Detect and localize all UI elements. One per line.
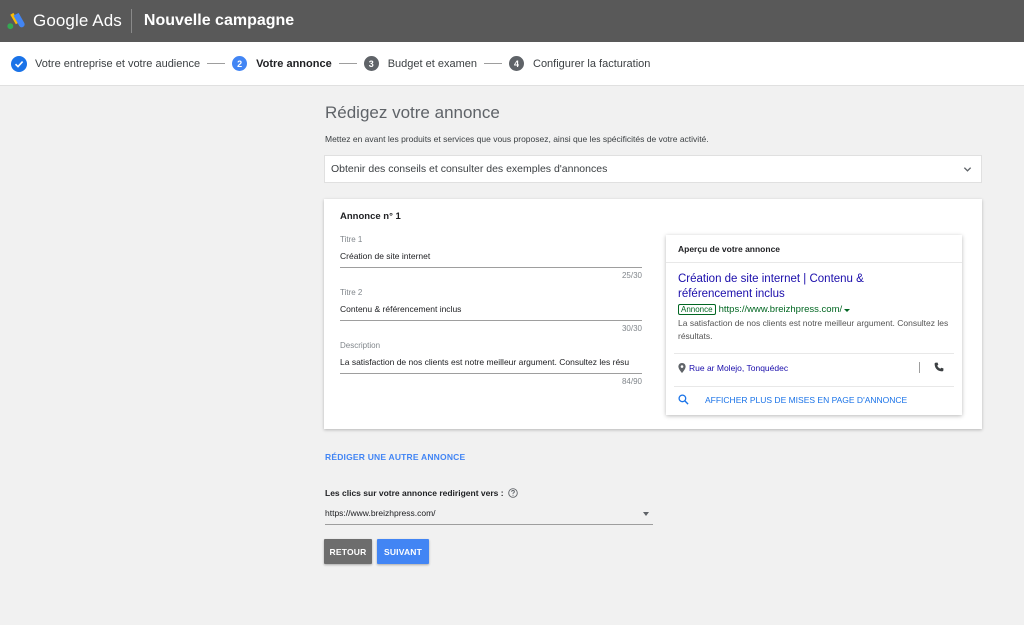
field-underline [340, 267, 642, 268]
step-billing[interactable]: 4 Configurer la facturation [509, 56, 650, 71]
redirect-label: Les clics sur votre annonce redirigent v… [325, 488, 518, 498]
ad-badge: Annonce [678, 304, 716, 315]
tips-expander[interactable]: Obtenir des conseils et consulter des ex… [324, 155, 982, 183]
brand-separator [130, 9, 132, 33]
redirect-label-text: Les clics sur votre annonce redirigent v… [325, 488, 504, 498]
preview-url: https://www.breizhpress.com/ [718, 304, 843, 315]
step-label: Votre annonce [256, 57, 332, 70]
preview-location[interactable]: Rue ar Molejo, Tonquédec [678, 363, 788, 373]
field-value[interactable]: Création de site internet [340, 251, 642, 261]
preview-url-row: Annonce https://www.breizhpress.com/ [678, 304, 950, 315]
step-business-audience[interactable]: Votre entreprise et votre audience [11, 55, 201, 72]
preview-headline[interactable]: Création de site internet | Contenu & ré… [678, 272, 950, 302]
step-label: Configurer la facturation [533, 57, 651, 70]
char-count: 25/30 [621, 271, 642, 280]
step-number: 2 [232, 56, 248, 71]
preview-headline-line-2: référencement inclus [678, 288, 785, 300]
ad-card: Annonce n° 1 Titre 1 Création de site in… [324, 199, 982, 429]
check-icon [11, 55, 27, 72]
write-another-ad-link[interactable]: RÉDIGER UNE AUTRE ANNONCE [325, 452, 465, 462]
field-label: Description [340, 341, 381, 350]
preview-divider [674, 353, 954, 354]
description-field[interactable]: Description La satisfaction de nos clien… [340, 341, 642, 386]
step-number: 4 [509, 56, 524, 71]
field-underline [340, 373, 642, 374]
search-icon [678, 394, 689, 405]
caret-down-icon [844, 308, 851, 312]
step-your-ad[interactable]: 2 Votre annonce [232, 56, 332, 71]
show-more-layouts-link[interactable]: AFFICHER PLUS DE MISES EN PAGE D'ANNONCE [678, 394, 907, 405]
page-title: Nouvelle campagne [143, 12, 295, 29]
preview-description: La satisfaction de nos clients est notre… [678, 318, 949, 341]
preview-location-text: Rue ar Molejo, Tonquédec [689, 363, 789, 373]
step-connector [338, 63, 357, 64]
step-number: 3 [363, 56, 379, 71]
brand-name: Google Ads [33, 11, 122, 30]
help-icon[interactable] [507, 488, 518, 498]
back-button[interactable]: RETOUR [324, 539, 372, 564]
field-value[interactable]: La satisfaction de nos clients est notre… [340, 357, 642, 367]
step-label: Budget et examen [387, 57, 477, 70]
preview-headline-line-1: Création de site internet | Contenu & [678, 273, 864, 285]
chevron-down-icon [963, 167, 972, 172]
step-label: Votre entreprise et votre audience [35, 57, 201, 70]
campaign-stepper: Votre entreprise et votre audience 2 Vot… [0, 42, 1024, 86]
next-button[interactable]: SUIVANT [377, 539, 429, 564]
redirect-url-value: https://www.breizhpress.com/ [325, 508, 436, 518]
step-budget-review[interactable]: 3 Budget et examen [363, 56, 477, 71]
location-pin-icon [678, 363, 686, 373]
field-underline [340, 320, 642, 321]
char-count: 84/90 [621, 377, 642, 386]
ad-card-title: Annonce n° 1 [340, 211, 401, 222]
section-subtitle: Mettez en avant les produits et services… [325, 134, 709, 144]
show-more-layouts-label: AFFICHER PLUS DE MISES EN PAGE D'ANNONCE [705, 394, 908, 405]
headline-1-field[interactable]: Titre 1 Création de site internet 25/30 [340, 235, 642, 280]
preview-divider [674, 386, 954, 387]
caret-down-icon [643, 512, 649, 516]
field-value[interactable]: Contenu & référencement inclus [340, 304, 642, 314]
ad-preview: Aperçu de votre annonce Création de site… [666, 235, 962, 415]
section-title: Rédigez votre annonce [325, 103, 500, 122]
tips-label: Obtenir des conseils et consulter des ex… [331, 163, 608, 175]
step-connector [207, 63, 226, 64]
char-count: 30/30 [621, 324, 642, 333]
redirect-url-select[interactable]: https://www.breizhpress.com/ [325, 508, 653, 525]
location-separator [919, 362, 920, 373]
phone-icon[interactable] [934, 362, 944, 372]
google-ads-logo[interactable] [5, 10, 27, 32]
top-bar: Google Ads Nouvelle campagne [0, 0, 1024, 42]
preview-header: Aperçu de votre annonce [666, 235, 962, 263]
field-label: Titre 1 [340, 235, 363, 244]
step-connector [484, 63, 502, 64]
field-label: Titre 2 [340, 288, 363, 297]
headline-2-field[interactable]: Titre 2 Contenu & référencement inclus 3… [340, 288, 642, 333]
